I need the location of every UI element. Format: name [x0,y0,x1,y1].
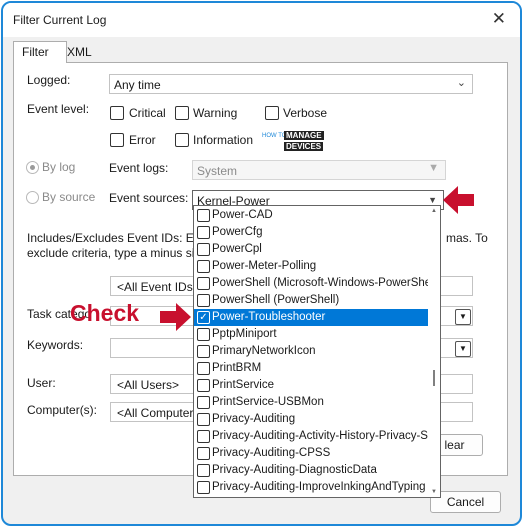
red-arrow-right-icon [160,303,191,331]
checkbox-icon[interactable] [197,243,210,256]
window-title: Filter Current Log [13,13,107,27]
list-item[interactable]: PrintService [194,377,428,394]
list-item[interactable]: PowerCfg [194,224,428,241]
by-source-radio[interactable] [26,191,39,204]
list-item[interactable]: PowerShell (PowerShell) [194,292,428,309]
logged-select[interactable]: Any time ⌄ [109,74,473,94]
warning-label: Warning [193,106,238,120]
title-bar: Filter Current Log ✕ [3,3,520,37]
by-log-label: By log [42,160,76,174]
critical-checkbox[interactable] [110,106,124,120]
dropdown-scrollbar[interactable]: ▲ ▼ [428,206,440,497]
checkbox-icon[interactable] [197,277,210,290]
list-item[interactable]: Privacy-Auditing-CPSS [194,445,428,462]
error-label: Error [129,133,156,147]
task-category-arrow-icon[interactable]: ▼ [455,309,471,325]
checkmark-icon[interactable]: ✓ [197,311,210,324]
user-value: <All Users> [117,378,180,392]
by-source-label: By source [42,190,96,204]
event-sources-label: Event sources: [109,191,189,205]
list-item[interactable]: Privacy-Auditing-Activity-History-Privac… [194,428,428,445]
red-arrow-left-icon [443,186,474,214]
check-annotation-label: Check [70,300,140,326]
logged-value: Any time [114,78,161,92]
keywords-arrow-icon[interactable]: ▼ [455,341,471,357]
user-label: User: [27,376,56,390]
checkbox-icon[interactable] [197,464,210,477]
includes-text-line2: exclude criteria, type a minus sign [27,246,208,260]
list-item[interactable]: Privacy-Auditing [194,411,428,428]
by-log-radio[interactable] [26,161,39,174]
logo-text-howto: HOW TO [262,133,287,139]
list-item[interactable]: PrimaryNetworkIcon [194,343,428,360]
list-item[interactable]: PowerCpl [194,241,428,258]
information-label: Information [193,133,254,147]
error-checkbox[interactable] [110,133,124,147]
event-ids-value: <All Event IDs> [117,280,200,294]
information-checkbox[interactable] [175,133,189,147]
logo-text-manage: MANAGE [284,131,324,140]
computers-label: Computer(s): [27,403,98,417]
event-logs-select: System ▼ [192,160,446,180]
checkbox-icon[interactable] [197,447,210,460]
tab-filter[interactable]: Filter [13,41,67,63]
verbose-label: Verbose [283,106,328,120]
checkbox-icon[interactable] [197,362,210,375]
verbose-checkbox[interactable] [265,106,279,120]
list-item[interactable]: Privacy-Auditing-ImproveInkingAndTyping [194,479,428,496]
checkbox-icon[interactable] [197,430,210,443]
checkbox-icon[interactable] [197,294,210,307]
checkbox-icon[interactable] [197,413,210,426]
scroll-down-icon[interactable]: ▼ [431,489,437,495]
event-level-label: Event level: [27,102,90,116]
scrollbar-thumb[interactable] [433,370,435,386]
list-item[interactable]: Power-CAD [194,207,428,224]
checkbox-icon[interactable] [197,260,210,273]
list-item[interactable]: PptpMiniport [194,326,428,343]
warning-checkbox[interactable] [175,106,189,120]
includes-text-line1-end: mas. To [446,231,488,245]
list-item[interactable]: Privacy-Auditing-DiagnosticData [194,462,428,479]
scroll-up-icon[interactable]: ▲ [431,208,437,214]
checkbox-icon[interactable] [197,379,210,392]
critical-label: Critical [129,106,166,120]
chevron-down-icon: ⌄ [456,77,466,89]
list-item[interactable]: PrintService-USBMon [194,394,428,411]
keywords-label: Keywords: [27,338,84,352]
event-logs-label: Event logs: [109,161,169,175]
event-sources-dropdown-list: Power-CAD PowerCfg PowerCpl Power-Meter-… [193,205,441,498]
list-item-selected[interactable]: ✓ Power-Troubleshooter [194,309,428,326]
list-item[interactable]: PrintBRM [194,360,428,377]
close-icon[interactable]: ✕ [492,9,506,29]
list-item[interactable]: PowerShell (Microsoft-Windows-PowerShell… [194,275,428,292]
includes-text-line1: Includes/Excludes Event IDs: Ente [27,231,211,245]
dropdown-arrow-icon: ▼ [428,162,439,174]
checkbox-icon[interactable] [197,345,210,358]
checkbox-icon[interactable] [197,396,210,409]
list-item[interactable]: Power-Meter-Polling [194,258,428,275]
event-logs-value: System [197,164,238,178]
logo-text-devices: DEVICES [284,142,324,151]
checkbox-icon[interactable] [197,209,210,222]
howto-manage-devices-logo: HOW TO MANAGE DEVICES [262,131,334,153]
dropdown-arrow-icon[interactable]: ▼ [428,195,437,205]
checkbox-icon[interactable] [197,328,210,341]
logged-label: Logged: [27,73,71,87]
checkbox-icon[interactable] [197,226,210,239]
checkbox-icon[interactable] [197,481,210,494]
computers-value: <All Computers [117,406,200,420]
